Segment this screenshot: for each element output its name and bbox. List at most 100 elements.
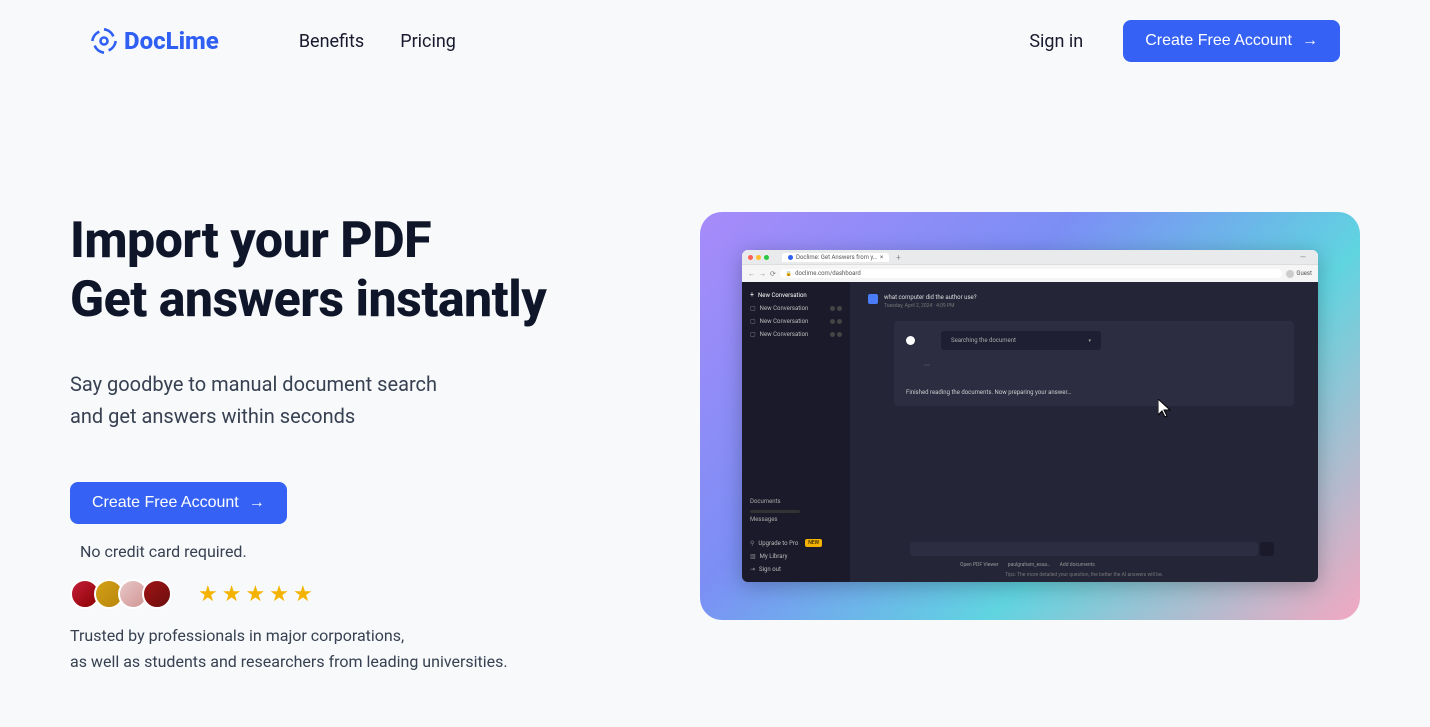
chat-icon: ▢ bbox=[750, 318, 756, 325]
chat-icon: ▢ bbox=[750, 305, 756, 312]
star-icon: ★ bbox=[269, 582, 289, 607]
new-badge: NEW bbox=[805, 539, 822, 547]
plus-icon: + bbox=[750, 291, 754, 299]
back-icon: ← bbox=[748, 270, 755, 278]
chevron-down-icon: ▾ bbox=[1088, 338, 1091, 344]
sidebar-conversation-item[interactable]: ▢ New Conversation bbox=[742, 328, 850, 341]
create-account-button-hero[interactable]: Create Free Account → bbox=[70, 482, 287, 524]
url-text: doclime.com/dashboard bbox=[795, 270, 861, 277]
sb-new-conv-label: New Conversation bbox=[758, 292, 807, 299]
star-rating: ★ ★ ★ ★ ★ bbox=[198, 582, 313, 607]
loading-dots: ⋯ bbox=[924, 362, 1282, 369]
nav-pricing[interactable]: Pricing bbox=[400, 31, 456, 52]
open-pdf-link[interactable]: Open PDF Viewer bbox=[960, 562, 999, 568]
trust-row: ★ ★ ★ ★ ★ bbox=[70, 579, 680, 609]
sidebar-conversation-item[interactable]: ▢ New Conversation bbox=[742, 302, 850, 315]
dot-icon bbox=[830, 306, 835, 311]
user-question-text: what computer did the author use? bbox=[884, 294, 977, 301]
doc-chip[interactable]: paulgraham_essa… bbox=[1008, 562, 1051, 568]
nav-links: Benefits Pricing bbox=[299, 31, 456, 52]
browser-chrome: Doclime: Get Answers from y… × + — ← → ⟳… bbox=[742, 250, 1318, 282]
sb-signout-label: Sign out bbox=[759, 566, 781, 573]
app-body: + New Conversation ▢ New Conversation ▢ … bbox=[742, 282, 1318, 582]
hero-title-line2: Get answers instantly bbox=[70, 271, 546, 329]
window-min-icon bbox=[756, 255, 761, 260]
sidebar-upgrade[interactable]: ⚲ Upgrade to Pro NEW bbox=[742, 536, 850, 550]
footer-links: Open PDF Viewer paulgraham_essa… Add doc… bbox=[960, 562, 1103, 568]
sidebar: + New Conversation ▢ New Conversation ▢ … bbox=[742, 282, 850, 582]
window-max-icon bbox=[764, 255, 769, 260]
hero-cta-row: Create Free Account → bbox=[70, 482, 680, 524]
sidebar-new-conversation[interactable]: + New Conversation bbox=[742, 288, 850, 302]
chat-input[interactable] bbox=[910, 542, 1258, 556]
hero-sub-line2: and get answers within seconds bbox=[70, 404, 355, 428]
chat-icon: ▢ bbox=[750, 331, 756, 338]
brand-name: DocLime bbox=[124, 27, 219, 55]
create-account-button-nav[interactable]: Create Free Account → bbox=[1123, 20, 1340, 62]
tab-title: Doclime: Get Answers from y… bbox=[796, 254, 877, 261]
browser-tab-row: Doclime: Get Answers from y… × + — bbox=[742, 250, 1318, 264]
sb-conv-label: New Conversation bbox=[760, 331, 809, 338]
sb-library-label: My Library bbox=[760, 553, 788, 560]
response-header: Searching the document ▾ bbox=[906, 331, 1282, 350]
cta-hero-label: Create Free Account bbox=[92, 494, 239, 512]
dot-icon bbox=[837, 306, 842, 311]
browser-tab: Doclime: Get Answers from y… × bbox=[782, 253, 889, 262]
star-icon: ★ bbox=[198, 582, 218, 607]
no-credit-card-text: No credit card required. bbox=[70, 542, 680, 561]
hero-sub-line1: Say goodbye to manual document search bbox=[70, 372, 437, 396]
hero-subtitle: Say goodbye to manual document search an… bbox=[70, 368, 680, 432]
library-icon: ▥ bbox=[750, 553, 756, 560]
browser-menu-icon: — bbox=[1300, 253, 1312, 262]
star-icon: ★ bbox=[245, 582, 265, 607]
guest-label: Guest bbox=[1296, 270, 1312, 277]
logo-icon bbox=[90, 27, 118, 55]
window-close-icon bbox=[748, 255, 753, 260]
searching-dropdown[interactable]: Searching the document ▾ bbox=[941, 331, 1101, 350]
dot-icon bbox=[830, 319, 835, 324]
sb-upgrade-label: Upgrade to Pro bbox=[758, 540, 798, 547]
star-icon: ★ bbox=[293, 582, 313, 607]
signin-link[interactable]: Sign in bbox=[1029, 31, 1083, 52]
app-window: Doclime: Get Answers from y… × + — ← → ⟳… bbox=[742, 250, 1318, 582]
user-message: what computer did the author use? Tuesda… bbox=[854, 286, 1314, 317]
sidebar-library[interactable]: ▥ My Library bbox=[742, 550, 850, 563]
sidebar-signout[interactable]: ⇥ Sign out bbox=[742, 563, 850, 576]
address-bar-row: ← → ⟳ 🔒 doclime.com/dashboard Guest bbox=[742, 264, 1318, 282]
profile-icon bbox=[1286, 270, 1294, 278]
star-icon: ★ bbox=[222, 582, 242, 607]
sb-conv-label: New Conversation bbox=[760, 318, 809, 325]
dot-icon bbox=[830, 332, 835, 337]
university-badges bbox=[70, 579, 172, 609]
dot-icon bbox=[837, 319, 842, 324]
cta-nav-label: Create Free Account bbox=[1145, 32, 1292, 50]
address-bar: 🔒 doclime.com/dashboard bbox=[780, 269, 1282, 278]
response-status-text: Finished reading the documents. Now prep… bbox=[906, 389, 1282, 396]
add-docs-link[interactable]: Add documents bbox=[1060, 562, 1095, 568]
dot-icon bbox=[837, 332, 842, 337]
trust-line2: as well as students and researchers from… bbox=[70, 652, 508, 671]
guest-profile: Guest bbox=[1286, 270, 1312, 278]
main-panel: what computer did the author use? Tuesda… bbox=[850, 282, 1318, 582]
sidebar-conversation-item[interactable]: ▢ New Conversation bbox=[742, 315, 850, 328]
demo-screenshot: Doclime: Get Answers from y… × + — ← → ⟳… bbox=[700, 212, 1360, 620]
logo[interactable]: DocLime bbox=[90, 27, 219, 55]
hero-left: Import your PDF Get answers instantly Sa… bbox=[70, 212, 680, 674]
top-nav: DocLime Benefits Pricing Sign in Create … bbox=[0, 0, 1430, 82]
nav-benefits[interactable]: Benefits bbox=[299, 31, 364, 52]
reload-icon: ⟳ bbox=[770, 270, 776, 278]
message-timestamp: Tuesday, April 2, 2024 · 4:09 PM bbox=[884, 303, 977, 309]
send-button[interactable] bbox=[1260, 542, 1274, 556]
hero: Import your PDF Get answers instantly Sa… bbox=[0, 82, 1430, 674]
forward-icon: → bbox=[759, 270, 766, 278]
hero-title: Import your PDF Get answers instantly bbox=[70, 212, 680, 330]
favicon-icon bbox=[788, 255, 793, 260]
cursor-icon bbox=[1158, 399, 1174, 423]
signout-icon: ⇥ bbox=[750, 566, 755, 573]
lock-icon: 🔒 bbox=[786, 271, 792, 277]
sidebar-documents-header: Documents bbox=[742, 495, 850, 508]
badge-icon bbox=[142, 579, 172, 609]
assistant-response-block: Searching the document ▾ ⋯ Finished read… bbox=[894, 321, 1294, 406]
trust-line1: Trusted by professionals in major corpor… bbox=[70, 626, 404, 645]
tab-close-icon: × bbox=[880, 254, 883, 261]
